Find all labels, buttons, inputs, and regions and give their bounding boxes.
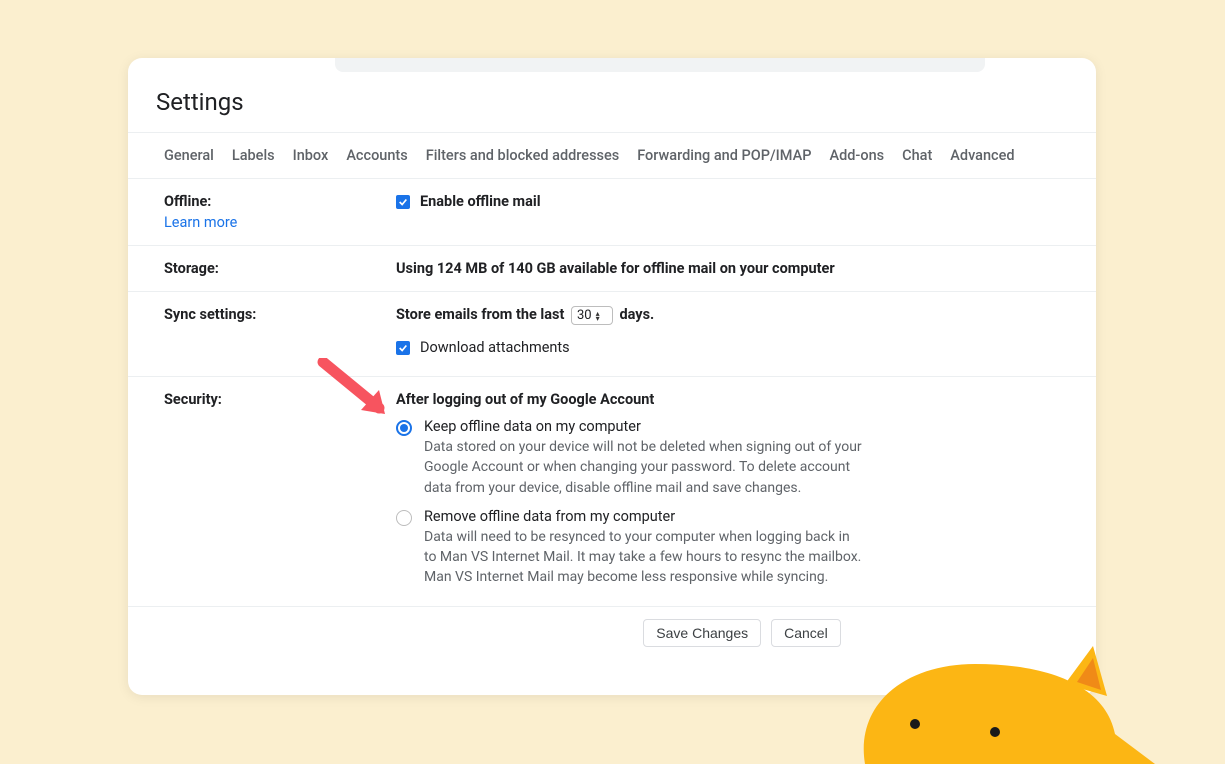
learn-more-link[interactable]: Learn more [164, 214, 396, 231]
tab-advanced[interactable]: Advanced [950, 147, 1014, 164]
download-attachments-checkbox[interactable] [396, 341, 410, 355]
check-icon [398, 343, 408, 353]
security-heading: After logging out of my Google Account [396, 391, 1072, 408]
save-button[interactable]: Save Changes [643, 619, 761, 647]
row-storage: Storage: Using 124 MB of 140 GB availabl… [128, 246, 1096, 292]
search-input[interactable] [335, 58, 985, 72]
radio-remove[interactable] [396, 510, 412, 526]
settings-window: Settings General Labels Inbox Accounts F… [128, 58, 1096, 695]
storage-label: Storage: [164, 260, 219, 277]
enable-offline-label: Enable offline mail [420, 193, 541, 210]
radio-keep-title: Keep offline data on my computer [424, 418, 864, 435]
sync-prefix: Store emails from the last [396, 306, 564, 323]
settings-content: Offline: Learn more Enable offline mail … [128, 179, 1096, 663]
tab-forwarding[interactable]: Forwarding and POP/IMAP [637, 147, 811, 164]
radio-remove-desc: Data will need to be resynced to your co… [424, 527, 864, 588]
sync-days-select[interactable]: 30 ▴▾ [571, 306, 613, 325]
tab-chat[interactable]: Chat [902, 147, 932, 164]
radio-keep-desc: Data stored on your device will not be d… [424, 437, 864, 498]
cancel-button[interactable]: Cancel [771, 619, 841, 647]
radio-remove-title: Remove offline data from my computer [424, 508, 864, 525]
tab-addons[interactable]: Add-ons [829, 147, 884, 164]
settings-tabs: General Labels Inbox Accounts Filters an… [128, 132, 1096, 179]
enable-offline-checkbox[interactable] [396, 195, 410, 209]
topbar [128, 58, 1096, 78]
radio-remove-block: Remove offline data from my computer Dat… [396, 508, 1072, 588]
tab-filters[interactable]: Filters and blocked addresses [426, 147, 620, 164]
row-sync: Sync settings: Store emails from the las… [128, 292, 1096, 377]
row-offline: Offline: Learn more Enable offline mail [128, 179, 1096, 246]
sync-label: Sync settings: [164, 306, 256, 323]
page-title: Settings [128, 78, 1096, 132]
check-icon [398, 197, 408, 207]
actions-bar: Save Changes Cancel [128, 606, 1096, 663]
tab-accounts[interactable]: Accounts [346, 147, 407, 164]
radio-keep[interactable] [396, 420, 412, 436]
storage-value: Using 124 MB of 140 GB available for off… [396, 260, 835, 277]
sync-days-value: 30 [577, 308, 592, 323]
row-security: Security: After logging out of my Google… [128, 377, 1096, 602]
tab-general[interactable]: General [164, 147, 214, 164]
download-attachments-label: Download attachments [420, 339, 570, 356]
sync-suffix: days. [619, 306, 654, 323]
tab-inbox[interactable]: Inbox [293, 147, 329, 164]
radio-keep-block: Keep offline data on my computer Data st… [396, 418, 1072, 498]
offline-label: Offline: [164, 193, 211, 210]
security-label: Security: [164, 391, 222, 408]
stepper-icon: ▴▾ [596, 311, 600, 321]
tab-labels[interactable]: Labels [232, 147, 275, 164]
